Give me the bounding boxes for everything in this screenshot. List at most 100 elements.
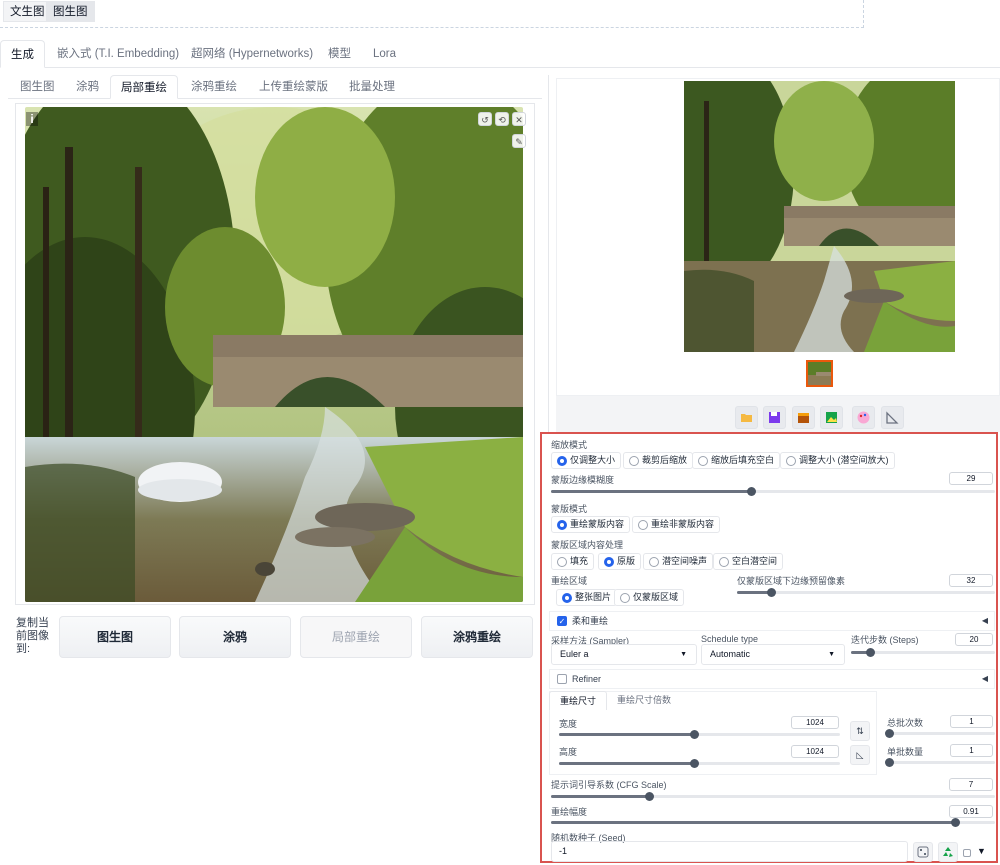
padding-value[interactable]: 32 bbox=[949, 574, 993, 587]
inpaint-area-option[interactable]: 整张图片 bbox=[556, 589, 618, 606]
resize-mode-option[interactable]: 缩放后填充空白 bbox=[692, 452, 781, 469]
cfg-scale-slider[interactable] bbox=[551, 792, 995, 801]
subtab-inpaint[interactable]: 局部重绘 bbox=[110, 75, 178, 99]
denoise-slider[interactable] bbox=[551, 818, 995, 827]
send-to-inpaint-button[interactable]: 局部重绘 bbox=[300, 616, 412, 658]
subtab-sketch[interactable]: 涂鸦 bbox=[66, 75, 109, 99]
subtab-inpaint-sketch[interactable]: 涂鸦重绘 bbox=[181, 75, 247, 99]
mask-mode-option[interactable]: 重绘蒙版内容 bbox=[551, 516, 631, 533]
refiner-accordion[interactable]: Refiner ◀ bbox=[549, 669, 995, 689]
copy-to-label: 复制当前图像到: bbox=[16, 617, 49, 655]
subtab-img2img[interactable]: 图生图 bbox=[10, 75, 65, 99]
masked-content-option[interactable]: 空白潜空间 bbox=[713, 553, 784, 570]
mask-mode-option[interactable]: 重绘非蒙版内容 bbox=[632, 516, 721, 533]
batch-count-value[interactable]: 1 bbox=[950, 715, 993, 728]
mode-switch-bar: 文生图 图生图 bbox=[0, 0, 864, 28]
sampler-select[interactable]: Euler a ▼ bbox=[551, 644, 697, 665]
masked-content-option[interactable]: 潜空间噪声 bbox=[643, 553, 714, 570]
mask-blur-label: 蒙版边缘模糊度 bbox=[551, 475, 615, 485]
palette-icon[interactable] bbox=[852, 406, 875, 429]
schedule-label: Schedule type bbox=[701, 634, 759, 644]
resize-mode-label: 缩放模式 bbox=[551, 440, 588, 450]
batch-size-slider[interactable] bbox=[885, 758, 995, 767]
tab-models[interactable]: 模型 bbox=[318, 40, 361, 68]
resize-mode-option[interactable]: 仅调整大小 bbox=[551, 452, 622, 469]
resize-mode-option[interactable]: 调整大小 (潜空间放大) bbox=[780, 452, 895, 469]
refiner-checkbox[interactable] bbox=[557, 674, 567, 684]
img2img-subtabs: 图生图 涂鸦 局部重绘 涂鸦重绘 上传重绘蒙版 批量处理 bbox=[8, 75, 542, 99]
send-to-img2img-button[interactable]: 图生图 bbox=[59, 616, 171, 658]
tab-embedding[interactable]: 嵌入式 (T.I. Embedding) bbox=[47, 40, 189, 68]
schedule-value: Automatic bbox=[710, 649, 751, 659]
save-icon[interactable] bbox=[763, 406, 786, 429]
seed-input[interactable]: -1 bbox=[551, 841, 908, 862]
soft-inpaint-checkbox[interactable]: ✓ bbox=[557, 616, 567, 626]
subtab-batch[interactable]: 批量处理 bbox=[339, 75, 405, 99]
mode-txt2img-button[interactable]: 文生图 bbox=[3, 1, 52, 22]
soft-inpaint-label: 柔和重绘 bbox=[572, 616, 609, 626]
dropdown-icon[interactable]: ▼ bbox=[977, 846, 986, 856]
masked-content-option[interactable]: 填充 bbox=[551, 553, 595, 570]
close-icon[interactable]: ✕ bbox=[512, 112, 526, 126]
sampler-value: Euler a bbox=[560, 649, 589, 659]
denoise-value[interactable]: 0.91 bbox=[949, 805, 993, 818]
clear-icon[interactable]: ⟲ bbox=[495, 112, 509, 126]
masked-content-label: 蒙版区域内容处理 bbox=[551, 540, 624, 550]
batch-count-slider[interactable] bbox=[885, 729, 995, 738]
output-image[interactable] bbox=[684, 81, 955, 352]
tab-lora[interactable]: Lora bbox=[363, 40, 406, 68]
swap-dimensions-icon[interactable]: ⇅ bbox=[850, 721, 870, 741]
height-slider[interactable] bbox=[559, 759, 840, 768]
extra-seed-checkbox[interactable] bbox=[963, 849, 971, 857]
tab-generate[interactable]: 生成 bbox=[0, 40, 45, 68]
inpaint-area-label: 重绘区域 bbox=[551, 576, 588, 586]
padding-label: 仅蒙版区域下边缘预留像素 bbox=[737, 576, 846, 586]
resize-mode-option[interactable]: 裁剪后缩放 bbox=[623, 452, 694, 469]
send-image-icon[interactable] bbox=[820, 406, 843, 429]
mask-blur-slider[interactable] bbox=[551, 487, 995, 496]
steps-label: 迭代步数 (Steps) bbox=[851, 635, 919, 645]
height-value[interactable]: 1024 bbox=[791, 745, 839, 758]
batch-count-label: 总批次数 bbox=[887, 718, 924, 728]
denoise-label: 重绘幅度 bbox=[551, 807, 588, 817]
ruler-icon[interactable] bbox=[881, 406, 904, 429]
output-thumbnail[interactable] bbox=[806, 360, 833, 387]
inpaint-area-option[interactable]: 仅蒙版区域 bbox=[614, 589, 685, 606]
send-to-inpaint-sketch-button[interactable]: 涂鸦重绘 bbox=[421, 616, 533, 658]
inpaint-canvas-image[interactable] bbox=[25, 107, 523, 602]
masked-content-option[interactable]: 原版 bbox=[598, 553, 642, 570]
subtab-inpaint-upload[interactable]: 上传重绘蒙版 bbox=[249, 75, 338, 99]
tab-resize-by[interactable]: 重绘尺寸倍数 bbox=[617, 691, 671, 710]
tab-resize-to[interactable]: 重绘尺寸 bbox=[549, 691, 607, 710]
chevron-down-icon: ▼ bbox=[680, 651, 687, 658]
schedule-select[interactable]: Automatic ▼ bbox=[701, 644, 845, 665]
undo-icon[interactable]: ↺ bbox=[478, 112, 492, 126]
collapse-icon[interactable]: ◀ bbox=[982, 612, 988, 630]
chevron-down-icon: ▼ bbox=[828, 651, 835, 658]
width-value[interactable]: 1024 bbox=[791, 716, 839, 729]
steps-slider[interactable] bbox=[851, 648, 995, 657]
tab-hypernetworks[interactable]: 超网络 (Hypernetworks) bbox=[181, 40, 323, 68]
mask-blur-value[interactable]: 29 bbox=[949, 472, 993, 485]
soft-inpaint-accordion[interactable]: ✓ 柔和重绘 ◀ bbox=[549, 611, 995, 631]
height-label: 高度 bbox=[559, 747, 578, 757]
batch-size-value[interactable]: 1 bbox=[950, 744, 993, 757]
mode-img2img-button[interactable]: 图生图 bbox=[46, 1, 95, 22]
collapse-icon[interactable]: ◀ bbox=[982, 670, 988, 688]
cfg-scale-value[interactable]: 7 bbox=[949, 778, 993, 791]
width-slider[interactable] bbox=[559, 730, 840, 739]
refiner-label: Refiner bbox=[572, 674, 602, 684]
open-folder-icon[interactable] bbox=[735, 406, 758, 429]
dice-icon[interactable] bbox=[913, 842, 933, 862]
send-to-sketch-button[interactable]: 涂鸦 bbox=[179, 616, 291, 658]
main-tabs: 生成 嵌入式 (T.I. Embedding) 超网络 (Hypernetwor… bbox=[0, 40, 1000, 68]
width-label: 宽度 bbox=[559, 719, 578, 729]
zip-icon[interactable] bbox=[792, 406, 815, 429]
padding-slider[interactable] bbox=[737, 588, 995, 597]
steps-value[interactable]: 20 bbox=[955, 633, 993, 646]
recycle-icon[interactable] bbox=[938, 842, 958, 862]
brush-icon[interactable]: ✎ bbox=[512, 134, 526, 148]
info-icon[interactable]: i bbox=[26, 112, 38, 126]
batch-size-label: 单批数量 bbox=[887, 747, 924, 757]
aspect-ratio-icon[interactable]: ◺ bbox=[850, 745, 870, 765]
